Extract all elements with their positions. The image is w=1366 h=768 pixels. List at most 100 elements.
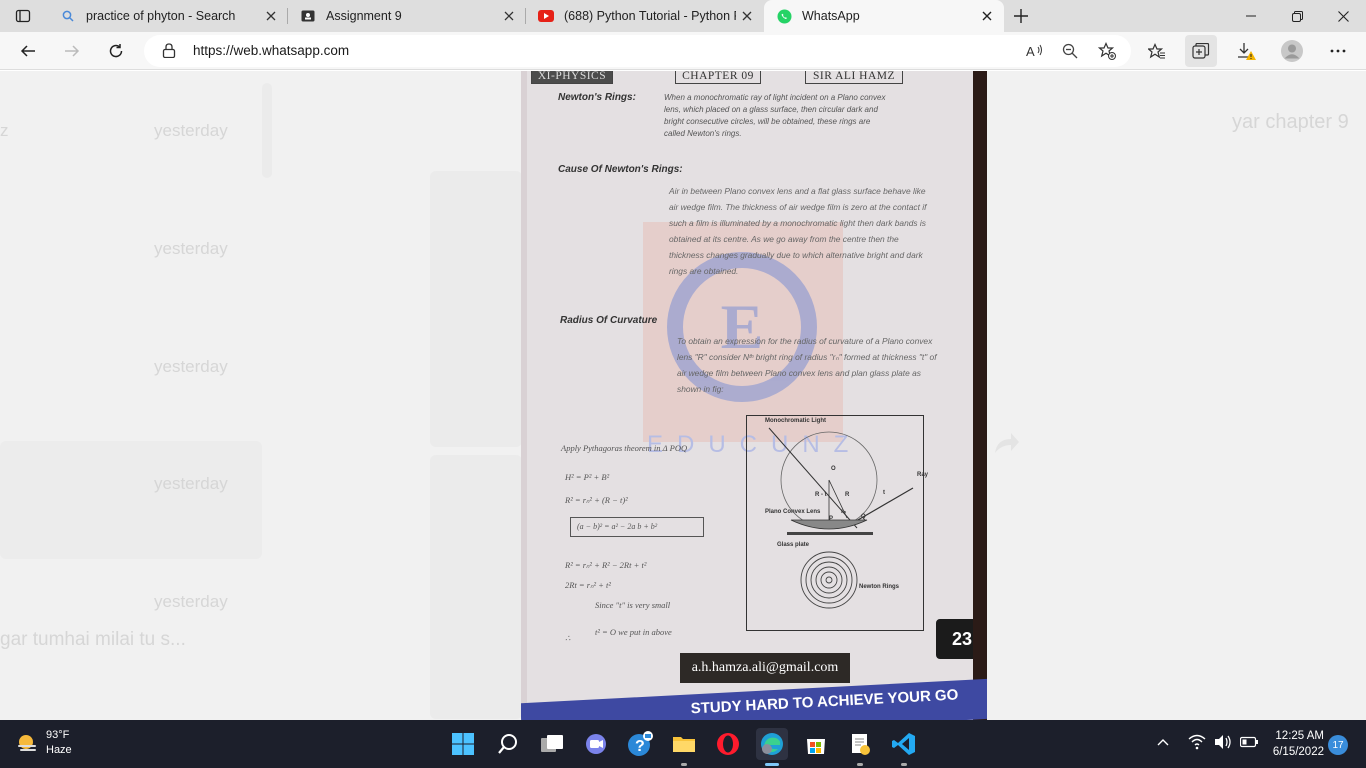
close-tab-icon[interactable] (976, 5, 998, 27)
background-text: z (0, 121, 9, 140)
tab-title: WhatsApp (802, 9, 860, 23)
clock-date: 6/15/2022 (1272, 746, 1324, 758)
windows-logo-icon (452, 733, 474, 755)
background-panel (262, 83, 272, 178)
restore-icon (1291, 10, 1303, 22)
vscode-button[interactable] (888, 728, 920, 766)
forward-icon (995, 433, 1019, 453)
read-aloud-icon: A (1026, 44, 1042, 58)
task-view-icon (541, 735, 563, 752)
running-indicator (901, 763, 907, 766)
close-tab-icon[interactable] (260, 5, 282, 27)
author-email: a.h.hamza.ali@gmail.com (680, 653, 850, 683)
star-add-icon (1098, 42, 1116, 60)
tab-actions-icon (15, 9, 31, 23)
new-tab-button[interactable] (1008, 4, 1034, 28)
document-page: E EDUCUNZ XI-PHYSICS CHAPTER 09 SIR ALI … (527, 71, 979, 707)
header-author: SIR ALI HAMZ (805, 71, 903, 84)
notification-badge[interactable]: 17 (1328, 735, 1348, 755)
figure-label: Newton Rings (859, 584, 899, 590)
search-icon (498, 734, 517, 754)
tab-title: Assignment 9 (326, 9, 402, 23)
back-button[interactable] (12, 35, 44, 67)
chat-time: yesterday (154, 357, 228, 376)
address-bar[interactable]: https://web.whatsapp.com A (144, 35, 1131, 67)
minimize-icon (1246, 15, 1256, 17)
page-header: XI-PHYSICS CHAPTER 09 SIR ALI HAMZ (527, 71, 979, 85)
figure-label: Ray (917, 472, 929, 478)
favorites-button[interactable] (1141, 35, 1173, 67)
t-squared-text: t² = O we put in above (595, 627, 672, 637)
tab-youtube[interactable]: (688) Python Tutorial - Python Fu (526, 0, 764, 32)
taskbar-search-button[interactable] (492, 728, 524, 760)
figure-label: Monochromatic Light (765, 418, 826, 424)
refresh-icon (109, 44, 123, 58)
cause-heading: Cause Of Newton's Rings: (558, 164, 683, 175)
opera-button[interactable] (712, 728, 744, 760)
clock[interactable]: 12:25 AM 6/15/2022 (1262, 728, 1324, 760)
refresh-button[interactable] (100, 35, 132, 67)
clock-time: 12:25 AM (1275, 730, 1324, 742)
favorites-icon (1148, 43, 1165, 59)
speaker-icon[interactable] (1214, 734, 1232, 750)
figure-label: P (829, 516, 834, 522)
notepad-button[interactable] (844, 728, 876, 766)
downloads-button[interactable] (1230, 35, 1262, 67)
lock-icon[interactable] (162, 43, 176, 63)
figure-label: R - t (815, 492, 827, 498)
start-button[interactable] (447, 728, 479, 760)
settings-menu-button[interactable] (1322, 35, 1354, 67)
chat-time: yesterday (154, 121, 228, 140)
equation-2: R² = rₙ² + (R − t)² (565, 495, 628, 505)
help-icon: ? (628, 731, 653, 756)
read-aloud-button[interactable]: A (1022, 38, 1048, 64)
cause-text: Air in between Plano convex lens and a f… (669, 186, 927, 276)
tab-assignment[interactable]: Assignment 9 (288, 0, 526, 32)
minimize-button[interactable] (1228, 0, 1274, 32)
edge-icon (761, 733, 783, 755)
edge-button[interactable] (756, 728, 788, 766)
figure-drawing (768, 427, 914, 609)
teams-chat-button[interactable] (580, 728, 612, 760)
close-tab-icon[interactable] (736, 5, 758, 27)
tab-search[interactable]: practice of phyton - Search (48, 0, 288, 32)
close-window-button[interactable] (1320, 0, 1366, 32)
store-icon (807, 739, 825, 754)
equation-3: R² = rₙ² + R² − 2Rt + t² (565, 560, 647, 570)
browser-toolbar: https://web.whatsapp.com A (0, 32, 1366, 70)
battery-icon[interactable] (1240, 736, 1258, 748)
tab-actions-button[interactable] (6, 4, 40, 28)
search-icon (60, 8, 76, 24)
therefore-symbol: ∴ (565, 633, 571, 643)
task-view-button[interactable] (536, 728, 568, 760)
profile-button[interactable] (1276, 35, 1308, 67)
whatsapp-icon (776, 8, 792, 24)
weather-widget[interactable]: 93°F Haze (16, 728, 72, 758)
add-favorite-button[interactable] (1094, 38, 1120, 64)
get-help-button[interactable]: ? (624, 728, 656, 760)
svg-text:A: A (1026, 44, 1035, 58)
store-button[interactable] (800, 728, 832, 760)
collections-button[interactable] (1185, 35, 1217, 67)
restore-button[interactable] (1274, 0, 1320, 32)
equation-1: H² = P² + B² (565, 472, 610, 482)
avatar-icon (1281, 40, 1303, 62)
background-message-thumb (430, 171, 522, 447)
chevron-up-icon[interactable] (1156, 737, 1170, 747)
tab-title: practice of phyton - Search (86, 9, 236, 23)
url-text[interactable]: https://web.whatsapp.com (193, 43, 349, 58)
photo-edge (973, 71, 987, 720)
assignment-icon (300, 8, 316, 24)
more-icon (1330, 49, 1346, 53)
plus-icon (1014, 9, 1028, 23)
figure-label: t (883, 490, 885, 496)
wifi-icon[interactable] (1188, 734, 1206, 750)
forward-button[interactable] (56, 35, 88, 67)
close-tab-icon[interactable] (498, 5, 520, 27)
zoom-out-button[interactable] (1057, 38, 1083, 64)
photo-image: E EDUCUNZ XI-PHYSICS CHAPTER 09 SIR ALI … (521, 71, 987, 720)
tab-whatsapp[interactable]: WhatsApp (764, 0, 1004, 32)
chat-time: yesterday (154, 239, 228, 258)
file-explorer-button[interactable] (668, 728, 700, 766)
newtons-rings-figure: Monochromatic Light O R - t R t Ray rₙ P… (746, 415, 928, 631)
